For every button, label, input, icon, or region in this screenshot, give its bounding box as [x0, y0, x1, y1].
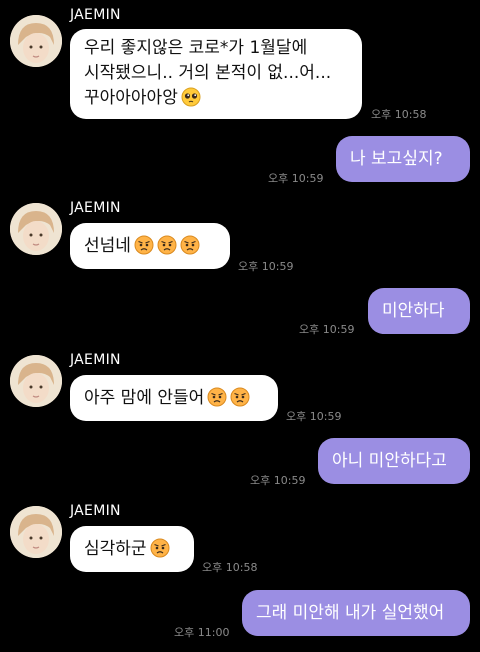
timestamp: 오후 10:59: [268, 172, 324, 185]
avatar[interactable]: [10, 15, 62, 67]
message-bubble[interactable]: 아주 맘에 안들어: [70, 375, 278, 421]
message-text: 선넘네: [84, 236, 131, 256]
timestamp: 오후 10:58: [371, 108, 427, 121]
message-bubble[interactable]: 아니 미안하다고: [318, 438, 470, 484]
sender-name: JAEMIN: [70, 7, 121, 23]
timestamp: 오후 11:00: [174, 626, 230, 639]
message-text: 심각하군: [84, 539, 147, 559]
pleading-face-icon: [181, 87, 201, 107]
timestamp: 오후 10:59: [286, 410, 342, 423]
message-text: 나 보고싶지?: [350, 149, 443, 169]
timestamp: 오후 10:59: [250, 474, 306, 487]
sender-name: JAEMIN: [70, 503, 121, 519]
sender-name: JAEMIN: [70, 352, 121, 368]
message-text: 미안하다: [382, 301, 445, 321]
timestamp: 오후 10:59: [299, 323, 355, 336]
angry-face-icon: [157, 235, 177, 255]
message-bubble[interactable]: 심각하군: [70, 526, 194, 572]
avatar[interactable]: [10, 355, 62, 407]
avatar[interactable]: [10, 203, 62, 255]
angry-face-icon: [150, 538, 170, 558]
timestamp: 오후 10:58: [202, 561, 258, 574]
avatar[interactable]: [10, 506, 62, 558]
message-text: 그래 미안해 내가 실언했어: [256, 603, 445, 623]
angry-face-icon: [230, 387, 250, 407]
angry-face-icon: [207, 387, 227, 407]
angry-face-icon: [134, 235, 154, 255]
message-text: 시작됐으니.. 거의 본적이 없...어...: [84, 63, 332, 83]
message-bubble[interactable]: 그래 미안해 내가 실언했어: [242, 590, 470, 636]
message-text: 아주 맘에 안들어: [84, 388, 205, 408]
angry-face-icon: [180, 235, 200, 255]
message-text: 아니 미안하다고: [332, 451, 447, 471]
message-text: 꾸아아아아앙: [84, 88, 178, 108]
timestamp: 오후 10:59: [238, 260, 294, 273]
message-bubble[interactable]: 미안하다: [368, 288, 470, 334]
message-bubble[interactable]: 선넘네: [70, 223, 230, 269]
message-text: 우리 좋지않은 코로*가 1월달에: [84, 38, 308, 58]
message-bubble[interactable]: 우리 좋지않은 코로*가 1월달에 시작됐으니.. 거의 본적이 없...어..…: [70, 29, 362, 119]
sender-name: JAEMIN: [70, 200, 121, 216]
message-bubble[interactable]: 나 보고싶지?: [336, 136, 470, 182]
